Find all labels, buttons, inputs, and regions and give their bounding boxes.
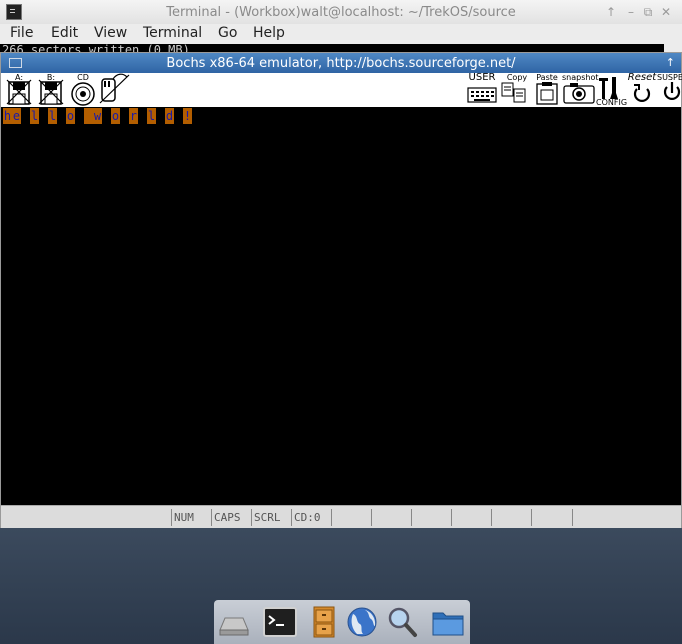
- menu-view[interactable]: View: [94, 25, 127, 41]
- copy-button[interactable]: Copy: [500, 73, 530, 107]
- terminal-icon[interactable]: [262, 604, 298, 640]
- terminal-window: Terminal - (Workbox)walt@localhost: ~/Tr…: [0, 0, 682, 60]
- status-slot: [331, 509, 371, 526]
- snapshot-button[interactable]: snapshot: [562, 73, 599, 107]
- camera-icon: [563, 83, 595, 104]
- search-icon[interactable]: [384, 604, 420, 640]
- terminal-output: 266 sectors written (0 MB): [0, 44, 664, 52]
- vga-char: [102, 108, 111, 124]
- status-slot: [531, 509, 573, 526]
- bochs-statusbar: NUM CAPS SCRL CD:0: [1, 505, 681, 528]
- menu-terminal[interactable]: Terminal: [143, 25, 202, 41]
- bochs-window-title: Bochs x86-64 emulator, http://bochs.sour…: [166, 56, 516, 71]
- vga-char: o: [111, 108, 120, 124]
- vga-char: [120, 108, 129, 124]
- status-num: NUM: [171, 509, 211, 526]
- bochs-titlebar[interactable]: Bochs x86-64 emulator, http://bochs.sour…: [1, 53, 681, 73]
- vga-char: w: [93, 108, 102, 124]
- status-slot: [371, 509, 411, 526]
- user-button[interactable]: USER: [466, 73, 498, 107]
- status-scrl: SCRL: [251, 509, 291, 526]
- suspend-button[interactable]: SUSPEND: [657, 73, 682, 107]
- folder-icon[interactable]: [430, 604, 466, 640]
- bochs-toolbar: A: B: CD USER Copy Paste snapshot CONFIG…: [1, 73, 682, 107]
- copy-icon: [501, 82, 526, 103]
- status-slot: [491, 509, 531, 526]
- mouse-icon: [99, 73, 130, 104]
- drive-icon[interactable]: [216, 604, 252, 640]
- close-button[interactable]: ✕: [659, 5, 673, 19]
- keep-above-icon[interactable]: ↑: [666, 56, 675, 69]
- emulator-display[interactable]: h e l l o w o r l d !: [1, 107, 681, 505]
- status-slot: [451, 509, 491, 526]
- power-icon: [663, 82, 681, 100]
- menu-file[interactable]: File: [10, 25, 33, 41]
- terminal-window-title: Terminal - (Workbox)walt@localhost: ~/Tr…: [166, 5, 516, 20]
- minimize-button[interactable]: –: [624, 5, 638, 19]
- menu-go[interactable]: Go: [218, 25, 237, 41]
- vga-char: [39, 108, 48, 124]
- vga-char: [138, 108, 147, 124]
- maximize-button[interactable]: ⧉: [641, 5, 655, 20]
- vga-char: [84, 108, 93, 124]
- keyboard-icon: [467, 87, 497, 103]
- vga-char: [75, 108, 84, 124]
- vga-char: !: [183, 108, 192, 124]
- menu-help[interactable]: Help: [253, 25, 285, 41]
- keep-above-icon[interactable]: ↑: [604, 5, 618, 19]
- file-cabinet-icon[interactable]: [306, 604, 342, 640]
- terminal-titlebar[interactable]: Terminal - (Workbox)walt@localhost: ~/Tr…: [0, 0, 682, 24]
- status-slot: [411, 509, 451, 526]
- config-button[interactable]: CONFIG: [596, 73, 628, 107]
- floppy-b-button[interactable]: B:: [37, 73, 65, 107]
- vga-char: r: [129, 108, 138, 124]
- vga-char: l: [147, 108, 156, 124]
- vga-char: l: [30, 108, 39, 124]
- reset-button[interactable]: Reset: [627, 73, 657, 107]
- vga-char: o: [66, 108, 75, 124]
- menu-edit[interactable]: Edit: [51, 25, 78, 41]
- vga-char: [57, 108, 66, 124]
- vga-char: l: [48, 108, 57, 124]
- config-label: CONFIG: [596, 98, 628, 107]
- vga-char: d: [165, 108, 174, 124]
- globe-icon[interactable]: [344, 604, 380, 640]
- status-caps: CAPS: [211, 509, 251, 526]
- bochs-window: Bochs x86-64 emulator, http://bochs.sour…: [0, 52, 682, 528]
- floppy-a-button[interactable]: A:: [5, 73, 33, 107]
- vga-char: e: [12, 108, 21, 124]
- vga-char: [156, 108, 165, 124]
- paste-button[interactable]: Paste: [532, 73, 562, 107]
- floppy-b-icon: [38, 79, 64, 105]
- terminal-output-line: 266 sectors written (0 MB): [2, 44, 190, 52]
- reset-icon: [633, 84, 651, 102]
- vga-text-output: h e l l o w o r l d !: [3, 108, 192, 124]
- dock: [214, 600, 470, 644]
- mouse-capture-button[interactable]: [99, 73, 131, 107]
- cdrom-icon: [71, 82, 95, 106]
- vga-char: h: [3, 108, 12, 124]
- vga-char: [174, 108, 183, 124]
- vga-char: [21, 108, 30, 124]
- status-cdrom: CD:0: [291, 509, 331, 526]
- clipboard-icon: [536, 82, 558, 105]
- terminal-menubar: File Edit View Terminal Go Help: [0, 24, 682, 44]
- cdrom-button[interactable]: CD: [69, 73, 97, 107]
- floppy-a-icon: [6, 79, 32, 105]
